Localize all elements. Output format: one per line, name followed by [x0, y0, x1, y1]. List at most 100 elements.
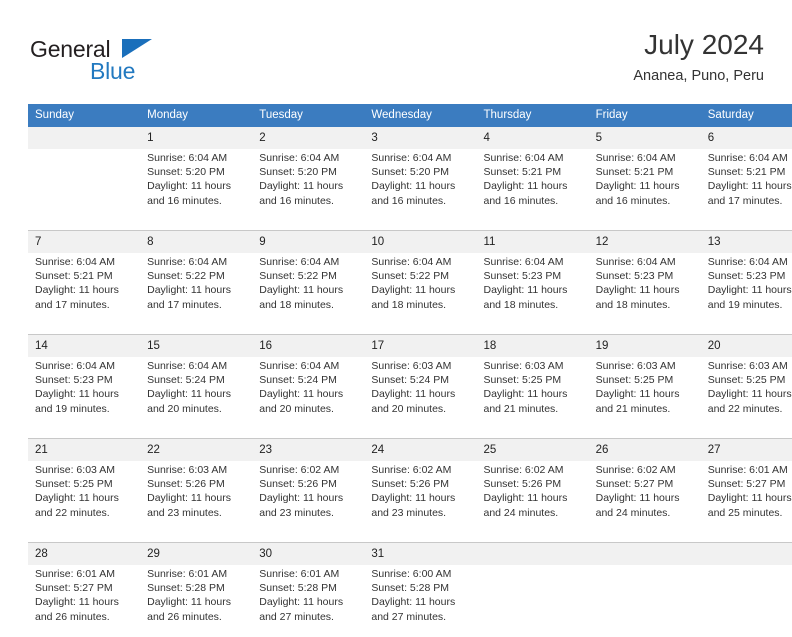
- day-cell-20[interactable]: Sunrise: 6:03 AM Sunset: 5:25 PM Daylight:…: [700, 357, 792, 429]
- daylight-text: Daylight: 11 hours: [483, 180, 568, 193]
- sunset-text: Sunset: 5:27 PM: [707, 478, 786, 491]
- title-block: July 2024 Ananea, Puno, Peru: [633, 28, 764, 86]
- calendar-body: 123456 Sunrise: 6:04 AM Sunset: 5:20 PM Da…: [28, 127, 792, 637]
- day-number-18[interactable]: 18: [476, 335, 589, 357]
- week-spacer-cell: [28, 533, 792, 542]
- day-cell-18[interactable]: Sunrise: 6:03 AM Sunset: 5:25 PM Daylight:…: [476, 357, 589, 429]
- sunrise-text: Sunrise: 6:04 AM: [259, 256, 340, 268]
- day-cell-27[interactable]: Sunrise: 6:01 AM Sunset: 5:27 PM Daylight:…: [700, 461, 792, 533]
- day-number-19[interactable]: 19: [588, 335, 701, 357]
- day-number-21[interactable]: 21: [28, 439, 141, 461]
- day-cell-21[interactable]: Sunrise: 6:03 AM Sunset: 5:25 PM Daylight:…: [28, 461, 141, 533]
- day-cell-24[interactable]: Sunrise: 6:02 AM Sunset: 5:26 PM Daylight:…: [364, 461, 477, 533]
- day-cell-23[interactable]: Sunrise: 6:02 AM Sunset: 5:26 PM Daylight:…: [252, 461, 365, 533]
- daylight-text-cont: and 25 minutes.: [707, 506, 783, 519]
- sunset-text: Sunset: 5:22 PM: [259, 270, 337, 283]
- day-cell-1[interactable]: Sunrise: 6:04 AM Sunset: 5:20 PM Daylight:…: [140, 149, 253, 221]
- sunset-text: Sunset: 5:23 PM: [35, 374, 113, 387]
- sunset-text: Sunset: 5:26 PM: [483, 478, 562, 491]
- day-number-9[interactable]: 9: [252, 231, 365, 253]
- day-number-29[interactable]: 29: [140, 543, 253, 565]
- day-cell-3[interactable]: Sunrise: 6:04 AM Sunset: 5:20 PM Daylight:…: [364, 149, 477, 221]
- sunrise-text: Sunrise: 6:04 AM: [259, 152, 340, 164]
- sunset-text: Sunset: 5:27 PM: [35, 582, 113, 595]
- daylight-text: Daylight: 11 hours: [147, 492, 231, 505]
- day-number-7[interactable]: 7: [28, 231, 141, 253]
- daylight-text: Daylight: 11 hours: [595, 492, 680, 505]
- day-number-15[interactable]: 15: [140, 335, 253, 357]
- day-number-17[interactable]: 17: [364, 335, 477, 357]
- day-number-14[interactable]: 14: [28, 335, 141, 357]
- day-number-6[interactable]: 6: [700, 127, 792, 149]
- daylight-text: Daylight: 11 hours: [371, 284, 456, 297]
- day-cell-5[interactable]: Sunrise: 6:04 AM Sunset: 5:21 PM Daylight:…: [588, 149, 701, 221]
- day-cell-22[interactable]: Sunrise: 6:03 AM Sunset: 5:26 PM Daylight:…: [140, 461, 253, 533]
- day-cell-25[interactable]: Sunrise: 6:02 AM Sunset: 5:26 PM Daylight:…: [476, 461, 589, 533]
- sunrise-text: Sunrise: 6:03 AM: [707, 360, 788, 372]
- day-number-2[interactable]: 2: [252, 127, 365, 149]
- daylight-text-cont: and 20 minutes.: [371, 402, 447, 415]
- day-number-27[interactable]: 27: [700, 439, 792, 461]
- daylight-text: Daylight: 11 hours: [707, 180, 792, 193]
- day-number-1[interactable]: 1: [140, 127, 253, 149]
- day-cell-9[interactable]: Sunrise: 6:04 AM Sunset: 5:22 PM Daylight:…: [252, 253, 365, 325]
- daylight-text-cont: and 21 minutes.: [595, 402, 671, 415]
- general-blue-logo[interactable]: General Blue: [28, 36, 248, 88]
- day-cell-6[interactable]: Sunrise: 6:04 AM Sunset: 5:21 PM Daylight:…: [700, 149, 792, 221]
- day-number-12[interactable]: 12: [588, 231, 701, 253]
- day-number-3[interactable]: 3: [364, 127, 477, 149]
- day-number-26[interactable]: 26: [588, 439, 701, 461]
- day-cell-16[interactable]: Sunrise: 6:04 AM Sunset: 5:24 PM Daylight:…: [252, 357, 365, 429]
- day-cell-8[interactable]: Sunrise: 6:04 AM Sunset: 5:22 PM Daylight:…: [140, 253, 253, 325]
- day-number-16[interactable]: 16: [252, 335, 365, 357]
- sunset-text: Sunset: 5:20 PM: [147, 166, 225, 179]
- day-number-10[interactable]: 10: [364, 231, 477, 253]
- day-cell-30[interactable]: Sunrise: 6:01 AM Sunset: 5:28 PM Daylight:…: [252, 565, 365, 637]
- sunrise-text: Sunrise: 6:01 AM: [147, 568, 228, 580]
- day-cell-12[interactable]: Sunrise: 6:04 AM Sunset: 5:23 PM Daylight:…: [588, 253, 701, 325]
- day-number-24[interactable]: 24: [364, 439, 477, 461]
- day-number-23[interactable]: 23: [252, 439, 365, 461]
- daylight-text-cont: and 18 minutes.: [371, 298, 447, 311]
- day-number-5[interactable]: 5: [588, 127, 701, 149]
- sunset-text: Sunset: 5:25 PM: [35, 478, 113, 491]
- day-cell-13[interactable]: Sunrise: 6:04 AM Sunset: 5:23 PM Daylight:…: [700, 253, 792, 325]
- day-cell-29[interactable]: Sunrise: 6:01 AM Sunset: 5:28 PM Daylight:…: [140, 565, 253, 637]
- day-number-31[interactable]: 31: [364, 543, 477, 565]
- day-cell-11[interactable]: Sunrise: 6:04 AM Sunset: 5:23 PM Daylight:…: [476, 253, 589, 325]
- day-cell-4[interactable]: Sunrise: 6:04 AM Sunset: 5:21 PM Daylight:…: [476, 149, 589, 221]
- daylight-text: Daylight: 11 hours: [483, 492, 568, 505]
- daylight-text-cont: and 24 minutes.: [483, 506, 559, 519]
- day-cell-19[interactable]: Sunrise: 6:03 AM Sunset: 5:25 PM Daylight:…: [588, 357, 701, 429]
- day-number-11[interactable]: 11: [476, 231, 589, 253]
- day-cell-10[interactable]: Sunrise: 6:04 AM Sunset: 5:22 PM Daylight:…: [364, 253, 477, 325]
- day-number-22[interactable]: 22: [140, 439, 253, 461]
- sunrise-text: Sunrise: 6:00 AM: [371, 568, 452, 580]
- day-cell-14[interactable]: Sunrise: 6:04 AM Sunset: 5:23 PM Daylight:…: [28, 357, 141, 429]
- day-number-13[interactable]: 13: [700, 231, 792, 253]
- sunrise-text: Sunrise: 6:04 AM: [483, 152, 564, 164]
- day-cell-17[interactable]: Sunrise: 6:03 AM Sunset: 5:24 PM Daylight:…: [364, 357, 477, 429]
- day-cell-31[interactable]: Sunrise: 6:00 AM Sunset: 5:28 PM Daylight:…: [364, 565, 477, 637]
- day-number-28[interactable]: 28: [28, 543, 141, 565]
- day-number-4[interactable]: 4: [476, 127, 589, 149]
- sunrise-text: Sunrise: 6:02 AM: [259, 464, 340, 476]
- day-cell-28[interactable]: Sunrise: 6:01 AM Sunset: 5:27 PM Daylight:…: [28, 565, 141, 637]
- page-header: General Blue July 2024 Ananea, Puno, Per…: [28, 28, 764, 90]
- sunrise-text: Sunrise: 6:01 AM: [259, 568, 340, 580]
- sunset-text: Sunset: 5:23 PM: [595, 270, 674, 283]
- week-dayinfo-row: Sunrise: 6:03 AM Sunset: 5:25 PM Daylight:…: [28, 461, 792, 533]
- day-cell-26[interactable]: Sunrise: 6:02 AM Sunset: 5:27 PM Daylight:…: [588, 461, 701, 533]
- day-number-25[interactable]: 25: [476, 439, 589, 461]
- daylight-text-cont: and 16 minutes.: [595, 194, 671, 207]
- day-cell-2[interactable]: Sunrise: 6:04 AM Sunset: 5:20 PM Daylight:…: [252, 149, 365, 221]
- day-number-30[interactable]: 30: [252, 543, 365, 565]
- calendar-page: General Blue July 2024 Ananea, Puno, Per…: [0, 0, 792, 637]
- page-title: July 2024: [644, 29, 764, 60]
- daylight-text-cont: and 24 minutes.: [595, 506, 671, 519]
- day-cell-15[interactable]: Sunrise: 6:04 AM Sunset: 5:24 PM Daylight:…: [140, 357, 253, 429]
- day-number-8[interactable]: 8: [140, 231, 253, 253]
- day-number-20[interactable]: 20: [700, 335, 792, 357]
- daylight-text-cont: and 19 minutes.: [35, 402, 110, 415]
- day-cell-7[interactable]: Sunrise: 6:04 AM Sunset: 5:21 PM Daylight:…: [28, 253, 141, 325]
